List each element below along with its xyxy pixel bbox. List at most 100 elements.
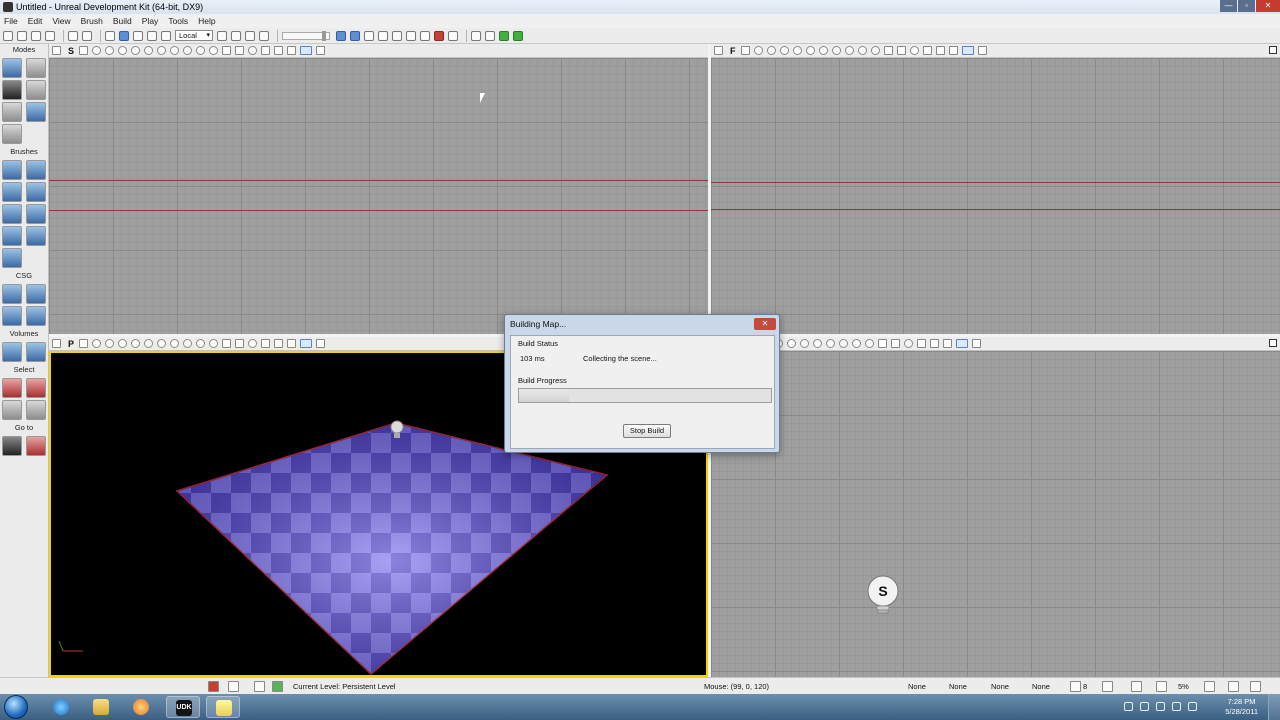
add-special-brush-icon[interactable] <box>26 342 46 362</box>
shader-complexity-icon[interactable] <box>857 46 867 55</box>
viewport-top[interactable]: S <box>49 44 708 334</box>
floor-plane[interactable] <box>175 422 609 676</box>
lighting-quality-icon[interactable] <box>448 30 458 41</box>
static-mesh-mode-icon[interactable] <box>26 102 46 122</box>
lit-icon[interactable] <box>792 46 802 55</box>
shader-complexity-icon[interactable] <box>196 46 206 55</box>
linear-stair-brush-icon[interactable] <box>2 204 22 224</box>
lit-icon[interactable] <box>131 339 141 348</box>
lock-icon[interactable] <box>235 339 245 348</box>
viewport-maximize-button[interactable] <box>1269 339 1277 347</box>
lightmap-density-icon[interactable] <box>865 339 874 348</box>
viewport-options-icon[interactable] <box>52 46 61 55</box>
preferences-icon[interactable] <box>1250 681 1261 692</box>
unlit-icon[interactable] <box>118 46 128 55</box>
cube-brush-icon[interactable] <box>2 160 22 180</box>
add-volume-icon[interactable] <box>2 342 22 362</box>
camera-speed-icon[interactable] <box>261 46 271 55</box>
lock-viewport-icon[interactable] <box>79 339 89 348</box>
light-bulb-icon[interactable]: S <box>865 575 905 625</box>
view-frame-icon[interactable] <box>948 46 958 55</box>
taskbar-media-player[interactable] <box>124 696 158 718</box>
lighting-only-icon[interactable] <box>157 339 167 348</box>
sphere-brush-icon[interactable] <box>26 226 46 246</box>
game-mode-icon[interactable] <box>883 46 893 55</box>
lock-icon[interactable] <box>896 46 906 55</box>
play-in-editor-icon[interactable] <box>471 30 481 41</box>
save-all-icon[interactable] <box>45 30 55 41</box>
csg-subtract-icon[interactable] <box>26 284 46 304</box>
wireframe-icon[interactable] <box>105 339 115 348</box>
play-from-here-icon[interactable] <box>956 339 968 348</box>
build-lighting-icon[interactable] <box>378 30 388 41</box>
play-from-here-icon[interactable] <box>961 46 974 55</box>
light-complexity-icon[interactable] <box>831 46 841 55</box>
taskbar-internet-explorer[interactable] <box>44 696 78 718</box>
brush-wireframe-icon[interactable] <box>92 46 102 55</box>
tray-network-icon[interactable] <box>1140 702 1149 711</box>
coordinate-system-select[interactable]: Local <box>175 30 213 41</box>
geometry-mode-icon[interactable] <box>26 58 46 78</box>
curved-stair-brush-icon[interactable] <box>2 182 22 202</box>
viewport-options-icon[interactable] <box>714 46 723 55</box>
csg-deintersect-icon[interactable] <box>26 306 46 326</box>
menu-file[interactable]: File <box>4 16 18 26</box>
new-map-icon[interactable] <box>3 30 13 41</box>
texture-density-icon[interactable] <box>844 46 854 55</box>
unlit-icon[interactable] <box>779 46 789 55</box>
matinee-icon[interactable] <box>259 30 269 41</box>
game-mode-icon[interactable] <box>222 46 232 55</box>
texture-align-icon[interactable] <box>26 80 46 100</box>
rotation-snap-icon[interactable] <box>1131 681 1142 692</box>
ortho-grid[interactable] <box>711 58 1280 334</box>
invert-selection-icon[interactable] <box>2 400 22 420</box>
cone-brush-icon[interactable] <box>26 160 46 180</box>
lightmap-density-icon[interactable] <box>870 46 880 55</box>
menu-view[interactable]: View <box>52 16 70 26</box>
detail-lighting-icon[interactable] <box>144 46 154 55</box>
lit-icon[interactable] <box>787 339 796 348</box>
lock-icon[interactable] <box>235 46 245 55</box>
detail-lighting-icon[interactable] <box>144 339 154 348</box>
cylinder-brush-icon[interactable] <box>26 182 46 202</box>
view-frame-icon[interactable] <box>943 339 952 348</box>
camera-speed-icon[interactable] <box>917 339 926 348</box>
tray-flag-icon[interactable] <box>1124 702 1133 711</box>
maximize-button[interactable]: ▫ <box>1238 0 1255 12</box>
lit-icon[interactable] <box>131 46 141 55</box>
show-desktop-button[interactable] <box>1268 694 1280 720</box>
light-complexity-icon[interactable] <box>170 339 180 348</box>
stats-icon[interactable] <box>935 46 945 55</box>
find-actor-icon[interactable] <box>217 30 227 41</box>
foliage-mode-icon[interactable] <box>2 124 22 144</box>
content-browser-icon[interactable] <box>231 30 241 41</box>
view-frame-icon[interactable] <box>287 46 297 55</box>
drag-grid-slider[interactable] <box>282 30 330 41</box>
maximize-viewport-icon[interactable] <box>316 339 326 348</box>
game-mode-icon[interactable] <box>878 339 887 348</box>
scale-snap-percent[interactable]: 5% <box>1178 682 1189 691</box>
drag-grid-icon[interactable] <box>1070 681 1081 692</box>
shader-complexity-icon[interactable] <box>196 339 206 348</box>
viewport-front[interactable]: F <box>711 44 1280 334</box>
taskbar-clock[interactable]: 7:28 PM 5/28/2011 <box>1225 697 1258 717</box>
menu-play[interactable]: Play <box>142 16 159 26</box>
lighting-only-icon[interactable] <box>157 46 167 55</box>
wireframe-icon[interactable] <box>105 46 115 55</box>
camera-speed-icon[interactable] <box>922 46 932 55</box>
terrain-mode-icon[interactable] <box>2 80 22 100</box>
detail-lighting-icon[interactable] <box>800 339 809 348</box>
sheet-brush-icon[interactable] <box>26 204 46 224</box>
menu-build[interactable]: Build <box>113 16 132 26</box>
viewport-type-label[interactable]: F <box>730 46 736 56</box>
csg-intersect-icon[interactable] <box>2 306 22 326</box>
viewport-maximize-button[interactable] <box>1269 46 1277 54</box>
goto-actor-icon[interactable] <box>2 436 22 456</box>
lightmap-density-icon[interactable] <box>209 46 219 55</box>
minimize-button[interactable]: — <box>1220 0 1237 12</box>
slider-thumb[interactable] <box>322 30 326 41</box>
show-all-icon[interactable] <box>26 400 46 420</box>
scale-mode-icon[interactable] <box>147 30 157 41</box>
detail-lighting-icon[interactable] <box>805 46 815 55</box>
texture-density-icon[interactable] <box>839 339 848 348</box>
